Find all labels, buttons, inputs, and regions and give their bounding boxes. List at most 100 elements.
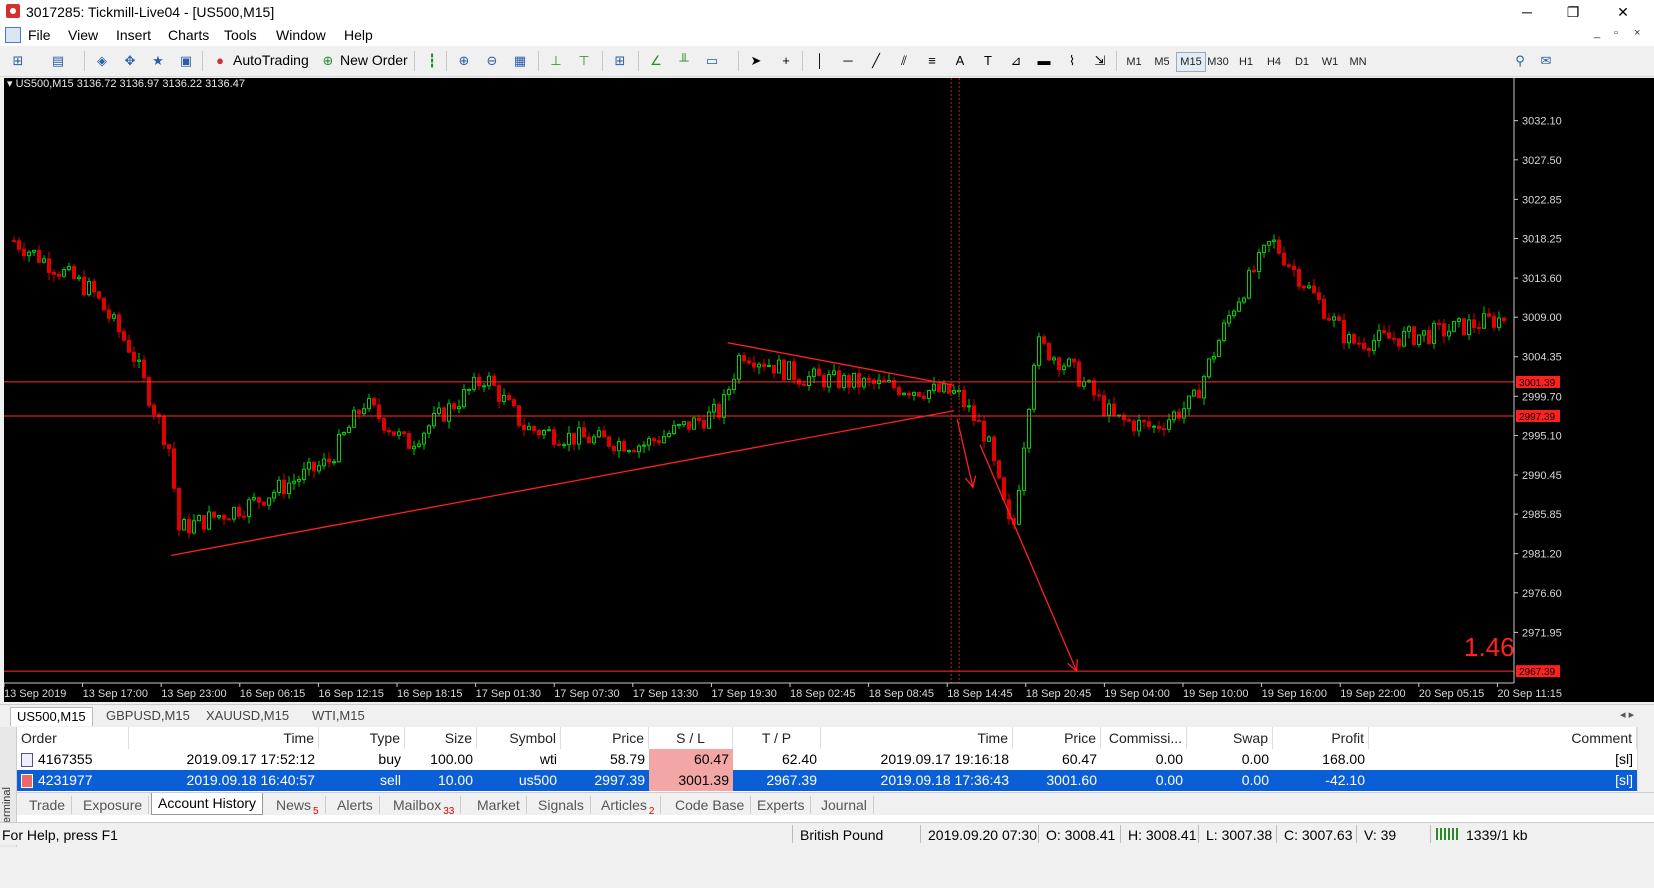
menu-help[interactable]: Help [344, 27, 373, 43]
market-watch-icon[interactable]: ◈ [92, 51, 112, 71]
fibonacci-icon[interactable]: ≡ [922, 51, 942, 71]
navigator-icon[interactable]: ★ [148, 51, 168, 71]
templates-icon[interactable]: ╨ [674, 51, 694, 71]
col-symbol[interactable]: Symbol [477, 727, 561, 749]
text-tool-icon[interactable]: A [950, 51, 970, 71]
timeframe-h4[interactable]: H4 [1260, 53, 1288, 71]
minimize-button[interactable]: ─ [1504, 0, 1550, 24]
timeframe-m5[interactable]: M5 [1148, 53, 1176, 71]
col-order[interactable]: Order [17, 727, 129, 749]
candle-body [437, 407, 441, 415]
text-label-icon[interactable]: T [978, 51, 998, 71]
col-price[interactable]: Price [561, 727, 649, 749]
terminal-icon[interactable]: ▣ [176, 51, 196, 71]
col-close-price[interactable]: Price [1013, 727, 1101, 749]
table-row[interactable]: 4167355 2019.09.17 17:52:12 buy 100.00 w… [17, 749, 1637, 770]
arrow-line[interactable] [956, 419, 974, 488]
timeframe-d1[interactable]: D1 [1288, 53, 1316, 71]
tab-journal[interactable]: Journal [815, 796, 874, 814]
vertical-line-icon[interactable]: │ [810, 51, 830, 71]
chart-tabs-scroll[interactable]: ◂ ▸ [1620, 708, 1634, 721]
col-time[interactable]: Time [129, 727, 319, 749]
tab-mailbox[interactable]: Mailbox 33 [387, 796, 462, 817]
timeframe-m30[interactable]: M30 [1204, 53, 1232, 71]
mdi-close-button[interactable]: × [1634, 27, 1640, 39]
arrow-tool-icon[interactable]: ⇲ [1090, 51, 1110, 71]
profiles-icon[interactable]: ▤ [48, 51, 68, 71]
horizontal-line-icon[interactable]: ─ [838, 51, 858, 71]
chart-tab-wti[interactable]: WTI,M15 [306, 707, 371, 725]
new-order-icon[interactable]: ⊕ [318, 51, 338, 71]
candle-body [387, 429, 391, 433]
tab-signals[interactable]: Signals [532, 796, 591, 814]
col-commission[interactable]: Commissi... [1101, 727, 1187, 749]
channel-icon[interactable]: ⫽ [894, 51, 914, 71]
tab-account-history[interactable]: Account History [151, 793, 264, 815]
trendline-icon[interactable]: ╱ [866, 51, 886, 71]
menu-window[interactable]: Window [276, 27, 326, 43]
tab-alerts[interactable]: Alerts [331, 796, 380, 814]
tab-news[interactable]: News 5 [270, 796, 326, 817]
tile-windows-icon[interactable]: ▦ [510, 51, 530, 71]
menu-tools[interactable]: Tools [224, 27, 257, 43]
table-row-selected[interactable]: 4231977 2019.09.18 16:40:57 sell 10.00 u… [17, 770, 1637, 791]
chart-tab-us500[interactable]: US500,M15 [10, 707, 93, 726]
periods-icon[interactable]: ∠ [646, 51, 666, 71]
autotrading-button[interactable]: AutoTrading [233, 52, 309, 68]
candle-body [1212, 356, 1216, 360]
col-tp[interactable]: T / P [733, 727, 821, 749]
zoom-in-icon[interactable]: ⊕ [454, 51, 474, 71]
tab-code-base[interactable]: Code Base [669, 796, 752, 814]
chart-shift-icon[interactable]: ⊤ [574, 51, 594, 71]
timeframe-m1[interactable]: M1 [1120, 53, 1148, 71]
tab-market[interactable]: Market [471, 796, 527, 814]
close-button[interactable]: ✕ [1600, 0, 1646, 24]
price-chart[interactable]: 3001.39 2997.39 2967.39 3032.10 3027.50 3022.… [4, 78, 1654, 702]
indicators-icon[interactable]: ⊞ [610, 51, 630, 71]
mdi-restore-button[interactable]: ▫ [1614, 27, 1618, 39]
data-window-icon[interactable]: ✥ [120, 51, 140, 71]
col-profit[interactable]: Profit [1273, 727, 1369, 749]
candle-body [682, 421, 686, 425]
col-swap[interactable]: Swap [1187, 727, 1273, 749]
chart-properties-icon[interactable]: ▭ [702, 51, 722, 71]
col-close-time[interactable]: Time [821, 727, 1013, 749]
cursor-icon[interactable]: ➤ [746, 51, 766, 71]
menu-charts[interactable]: Charts [168, 27, 209, 43]
maximize-button[interactable]: ❐ [1550, 0, 1596, 24]
autotrading-icon[interactable]: ● [210, 51, 230, 71]
menu-insert[interactable]: Insert [116, 27, 151, 43]
timeframe-mn[interactable]: MN [1344, 53, 1372, 71]
chat-icon[interactable]: ✉ [1536, 51, 1556, 71]
gann-icon[interactable]: ⊿ [1006, 51, 1026, 71]
tab-trade[interactable]: Trade [23, 796, 73, 814]
col-size[interactable]: Size [405, 727, 477, 749]
col-comment[interactable]: Comment [1369, 727, 1637, 749]
chart-tab-gbpusd[interactable]: GBPUSD,M15 [100, 707, 196, 725]
timeframe-h1[interactable]: H1 [1232, 53, 1260, 71]
timeframe-m15[interactable]: M15 [1176, 52, 1206, 72]
chart-tab-xauusd[interactable]: XAUUSD,M15 [200, 707, 295, 725]
col-sl[interactable]: S / L [649, 727, 733, 749]
tab-experts[interactable]: Experts [751, 796, 812, 814]
menu-file[interactable]: File [28, 27, 51, 43]
chart-canvas[interactable]: 3001.39 2997.39 2967.39 3032.10 3027.50 3022.… [4, 78, 1654, 702]
search-icon[interactable]: ⚲ [1510, 51, 1530, 71]
bar-chart-icon[interactable]: ┇ [422, 51, 442, 71]
crosshair-icon[interactable]: + [776, 51, 796, 71]
tab-articles[interactable]: Articles 2 [595, 796, 662, 817]
arrow-line[interactable] [979, 444, 1078, 672]
rectangle-icon[interactable]: ▬ [1034, 51, 1054, 71]
autoscroll-icon[interactable]: ⊥ [546, 51, 566, 71]
new-order-button[interactable]: New Order [340, 52, 408, 68]
zoom-out-icon[interactable]: ⊖ [482, 51, 502, 71]
timeframe-w1[interactable]: W1 [1316, 53, 1344, 71]
menu-view[interactable]: View [68, 27, 98, 43]
tab-exposure[interactable]: Exposure [77, 796, 150, 814]
mdi-icon[interactable] [5, 27, 21, 43]
new-chart-icon[interactable]: ⊞ [8, 51, 28, 71]
elliott-icon[interactable]: ⌇ [1062, 51, 1082, 71]
terminal-scrollbar[interactable] [1637, 727, 1654, 792]
col-type[interactable]: Type [319, 727, 405, 749]
mdi-minimize-button[interactable]: _ [1594, 27, 1600, 39]
